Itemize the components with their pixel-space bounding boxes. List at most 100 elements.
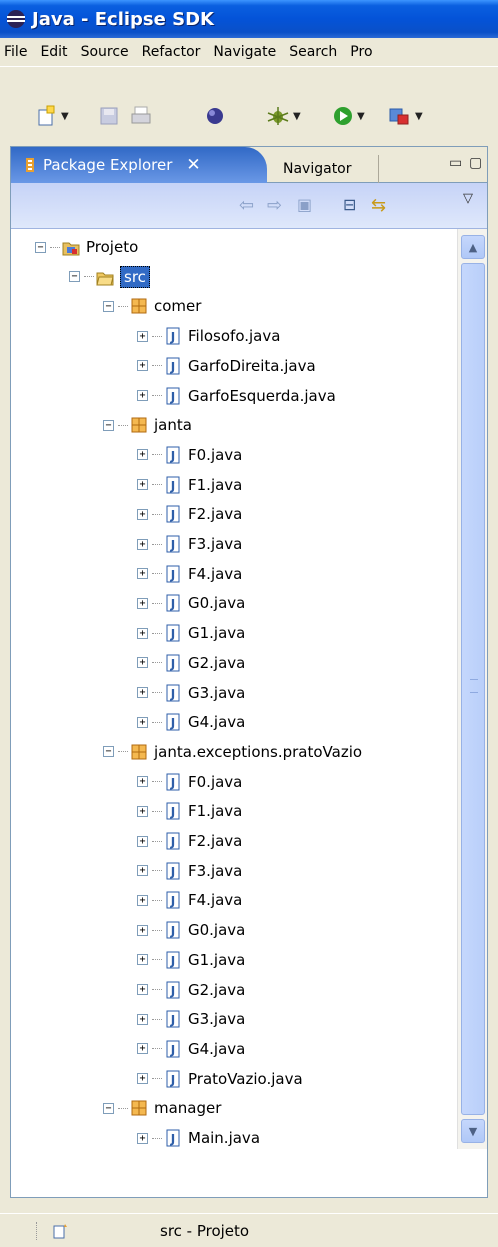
tree-item-java-file[interactable]: + J G4.java <box>137 708 245 736</box>
tree-item-java-file[interactable]: + J PratoVazio.java <box>137 1065 303 1093</box>
tree-item-java-file[interactable]: + J GarfoDireita.java <box>137 352 316 380</box>
expand-icon[interactable]: + <box>137 479 148 491</box>
expand-icon[interactable]: + <box>137 597 148 609</box>
tree-item-label: comer <box>154 297 202 316</box>
scroll-down-arrow-icon[interactable]: ▼ <box>461 1119 485 1143</box>
save-button[interactable] <box>98 105 120 127</box>
tree-item-java-file[interactable]: + J Filosofo.java <box>137 322 280 350</box>
expand-icon[interactable]: + <box>137 1013 148 1025</box>
tab-package-explorer[interactable]: Package Explorer ✕ <box>11 147 267 183</box>
tree-item-java-file[interactable]: + J F1.java <box>137 797 242 825</box>
menu-refactor[interactable]: Refactor <box>136 44 208 60</box>
collapse-icon[interactable]: − <box>103 746 114 758</box>
expand-icon[interactable]: + <box>137 657 148 669</box>
menu-source[interactable]: Source <box>75 44 136 60</box>
expand-icon[interactable]: + <box>137 865 148 877</box>
up-folder-icon[interactable]: ▣ <box>297 195 312 214</box>
expand-icon[interactable]: + <box>137 627 148 639</box>
menu-navigate[interactable]: Navigate <box>207 44 283 60</box>
expand-icon[interactable]: + <box>137 835 148 847</box>
expand-icon[interactable]: + <box>137 538 148 550</box>
expand-icon[interactable]: + <box>137 894 148 906</box>
collapse-icon[interactable]: − <box>35 241 46 253</box>
tree-connector <box>152 543 162 545</box>
expand-icon[interactable]: + <box>137 716 148 728</box>
tree-item-java-file[interactable]: + J F2.java <box>137 827 242 855</box>
tree-item-java-file[interactable]: + J F0.java <box>137 768 242 796</box>
tree-item-java-file[interactable]: + J F0.java <box>137 441 242 469</box>
tree-item-java-file[interactable]: + J G2.java <box>137 649 245 677</box>
tree-item-java-file[interactable]: + J F4.java <box>137 560 242 588</box>
back-arrow-icon[interactable]: ⇦ <box>239 195 254 216</box>
expand-icon[interactable]: + <box>137 1132 148 1144</box>
new-button[interactable]: ▼ <box>36 105 69 127</box>
tree-item-java-file[interactable]: + J GarfoEsquerda.java <box>137 382 336 410</box>
tree-item-java-file[interactable]: + J G3.java <box>137 1005 245 1033</box>
expand-icon[interactable]: + <box>137 330 148 342</box>
expand-icon[interactable]: + <box>137 924 148 936</box>
collapse-all-icon[interactable]: ⊟ <box>343 195 356 214</box>
tab-navigator-label: Navigator <box>283 161 352 177</box>
menu-project[interactable]: Pro <box>344 44 379 60</box>
expand-icon[interactable]: + <box>137 568 148 580</box>
tree-item-java-file[interactable]: + J F4.java <box>137 886 242 914</box>
tree-item-java-file[interactable]: + J G1.java <box>137 946 245 974</box>
expand-icon[interactable]: + <box>137 954 148 966</box>
java-file-icon: J <box>164 565 182 583</box>
tree-item-java-file[interactable]: + J Main.java <box>137 1124 260 1149</box>
tree-item-java-file[interactable]: + J F3.java <box>137 530 242 558</box>
tree-connector <box>152 781 162 783</box>
tab-navigator[interactable]: Navigator <box>269 155 379 183</box>
expand-icon[interactable]: + <box>137 508 148 520</box>
link-with-editor-icon[interactable]: ⇆ <box>371 195 386 216</box>
expand-icon[interactable]: + <box>137 1043 148 1055</box>
run-button[interactable]: ▼ <box>332 105 365 127</box>
svg-text:J: J <box>170 1043 175 1057</box>
expand-icon[interactable]: + <box>137 984 148 995</box>
svg-text:J: J <box>170 1073 175 1087</box>
open-perspective-button[interactable] <box>204 105 226 127</box>
tree-item-java-file[interactable]: + J G0.java <box>137 916 245 944</box>
tree-item-java-file[interactable]: + J G2.java <box>137 976 245 1004</box>
tree-item-java-file[interactable]: + J G0.java <box>137 589 245 617</box>
menu-search[interactable]: Search <box>283 44 344 60</box>
tree-item-project[interactable]: − Projeto <box>35 233 138 261</box>
collapse-icon[interactable]: − <box>103 300 114 312</box>
view-menu-icon[interactable]: ▽ <box>463 191 473 206</box>
collapse-icon[interactable]: − <box>69 271 80 283</box>
tree-item-package[interactable]: − comer <box>103 292 201 320</box>
scroll-up-arrow-icon[interactable]: ▲ <box>461 235 485 259</box>
tree-item-folder[interactable]: − src <box>69 263 150 291</box>
expand-icon[interactable]: + <box>137 360 148 372</box>
scroll-thumb[interactable] <box>461 263 485 1115</box>
tree-item-java-file[interactable]: + J F2.java <box>137 500 242 528</box>
tree-item-java-file[interactable]: + J F3.java <box>137 857 242 885</box>
tree-item-java-file[interactable]: + J F1.java <box>137 471 242 499</box>
debug-button[interactable]: ▼ <box>266 105 301 127</box>
forward-arrow-icon[interactable]: ⇨ <box>267 195 282 216</box>
expand-icon[interactable]: + <box>137 390 148 401</box>
print-button[interactable] <box>130 105 152 127</box>
collapse-icon[interactable]: − <box>103 419 114 431</box>
fast-view-icon[interactable] <box>52 1223 70 1239</box>
expand-icon[interactable]: + <box>137 805 148 817</box>
close-icon[interactable]: ✕ <box>186 155 200 175</box>
expand-icon[interactable]: + <box>137 687 148 698</box>
tree-item-package[interactable]: − janta.exceptions.pratoVazio <box>103 738 362 766</box>
expand-icon[interactable]: + <box>137 776 148 788</box>
menu-file[interactable]: File <box>0 44 34 60</box>
vertical-scrollbar[interactable]: ▲ ▼ <box>457 229 487 1149</box>
menu-edit[interactable]: Edit <box>34 44 74 60</box>
maximize-icon[interactable]: ▢ <box>469 155 482 171</box>
minimize-icon[interactable]: ▭ <box>449 155 462 171</box>
tree-item-java-file[interactable]: + J G3.java <box>137 679 245 707</box>
expand-icon[interactable]: + <box>137 1073 148 1085</box>
expand-icon[interactable]: + <box>137 449 148 461</box>
collapse-icon[interactable]: − <box>103 1102 114 1114</box>
external-tools-button[interactable]: ▼ <box>388 105 423 127</box>
tree-item-java-file[interactable]: + J G4.java <box>137 1035 245 1063</box>
tree-item-package[interactable]: − manager <box>103 1094 221 1122</box>
external-tools-icon <box>389 108 409 125</box>
tree-item-package[interactable]: − janta <box>103 411 192 439</box>
tree-item-java-file[interactable]: + J G1.java <box>137 619 245 647</box>
